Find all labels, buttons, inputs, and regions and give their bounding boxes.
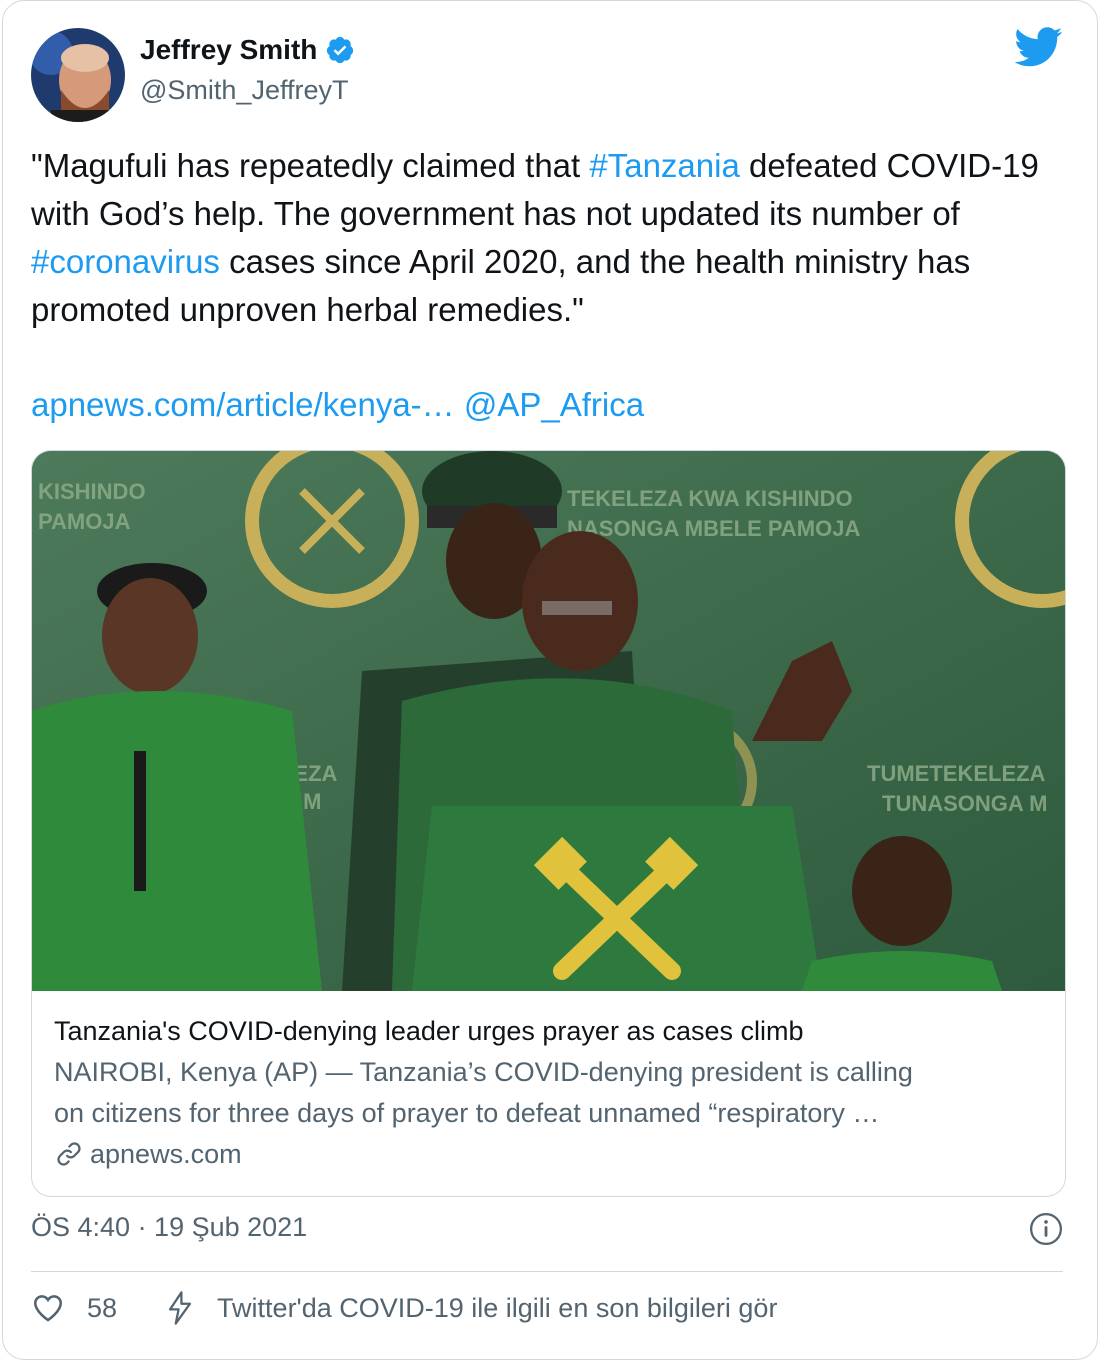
hashtag-coronavirus[interactable]: #coronavirus <box>31 243 220 280</box>
card-body[interactable]: Tanzania's COVID-denying leader urges pr… <box>54 1011 1044 1173</box>
tweet-text: "Magufuli has repeatedly claimed that #T… <box>31 142 1071 334</box>
avatar[interactable] <box>31 28 125 122</box>
tweet-text-part: "Magufuli has repeatedly claimed that <box>31 147 590 184</box>
card-title[interactable]: Tanzania's COVID-denying leader urges pr… <box>54 1011 1044 1051</box>
lightning-icon[interactable] <box>165 1291 195 1325</box>
author-name[interactable]: Jeffrey Smith <box>140 34 317 66</box>
card-domain[interactable]: apnews.com <box>54 1135 1044 1173</box>
card-description-line: on citizens for three days of prayer to … <box>54 1098 880 1128</box>
article-link[interactable]: apnews.com/article/kenya-… <box>31 386 455 423</box>
author-name-row[interactable]: Jeffrey Smith <box>140 34 355 66</box>
card-image[interactable]: KISHINDO PAMOJA TEKELEZA KWA KISHINDO NA… <box>32 451 1065 991</box>
action-bar: 58 Twitter'da COVID-19 ile ilgili en son… <box>31 1291 777 1325</box>
timestamp[interactable]: ÖS 4:40 · 19 Şub 2021 <box>31 1212 307 1243</box>
tweet-links: apnews.com/article/kenya-… @AP_Africa <box>31 381 644 429</box>
twitter-bird-icon[interactable] <box>1015 27 1063 67</box>
heart-icon[interactable] <box>31 1291 65 1325</box>
sign-text-left-1: KISHINDO <box>38 479 146 504</box>
author-handle[interactable]: @Smith_JeffreyT <box>140 75 348 106</box>
divider <box>31 1271 1063 1272</box>
hashtag-tanzania[interactable]: #Tanzania <box>589 147 739 184</box>
sign-text-left-2: PAMOJA <box>38 509 131 534</box>
sign-text-top-1: TEKELEZA KWA KISHINDO <box>567 486 853 511</box>
link-icon <box>57 1142 81 1166</box>
sign-text-right-2: TUNASONGA M <box>882 791 1047 816</box>
sign-text-right-1: TUMETEKELEZA <box>867 761 1046 786</box>
card-domain-text[interactable]: apnews.com <box>90 1135 242 1173</box>
verified-badge-icon <box>327 36 354 64</box>
sign-text-top-2: NASONGA MBELE PAMOJA <box>567 516 860 541</box>
info-icon[interactable] <box>1029 1212 1063 1246</box>
covid-info-link[interactable]: Twitter'da COVID-19 ile ilgili en son bi… <box>217 1293 777 1324</box>
mention-link[interactable]: @AP_Africa <box>464 386 644 423</box>
link-preview-card[interactable]: KISHINDO PAMOJA TEKELEZA KWA KISHINDO NA… <box>31 450 1066 1197</box>
tweet-card: Jeffrey Smith @Smith_JeffreyT "Magufuli … <box>2 0 1098 1360</box>
card-description-line: NAIROBI, Kenya (AP) — Tanzania’s COVID-d… <box>54 1057 913 1087</box>
like-count[interactable]: 58 <box>87 1293 117 1324</box>
